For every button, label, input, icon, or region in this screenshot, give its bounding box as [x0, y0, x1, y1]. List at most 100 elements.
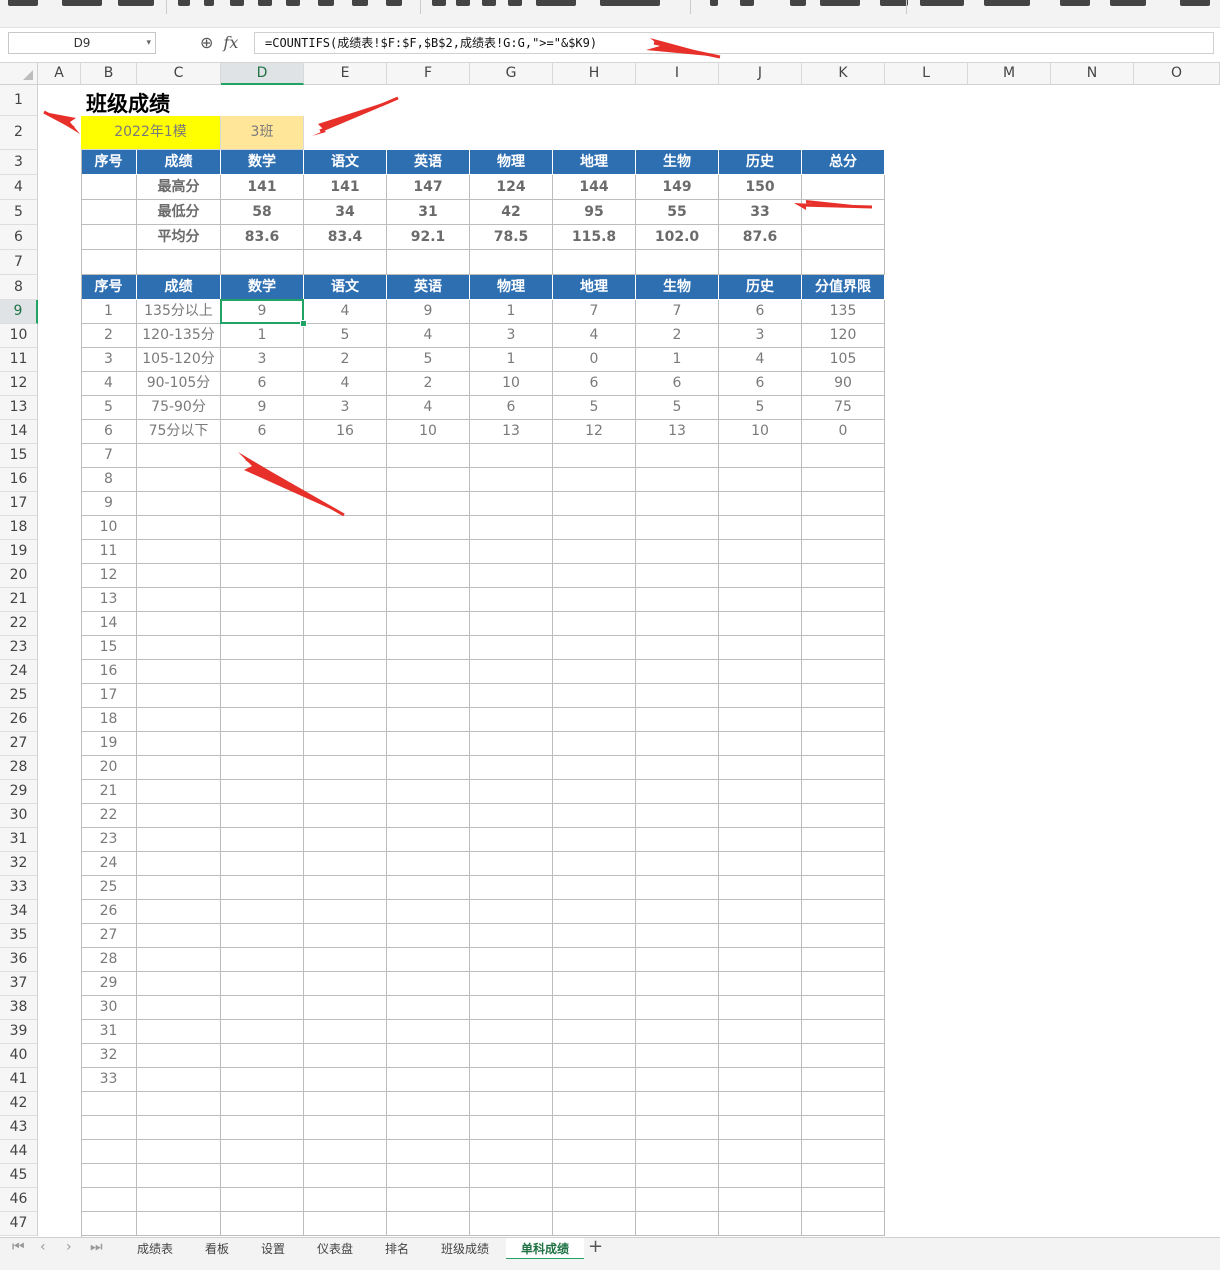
empty-cell[interactable] [304, 780, 387, 804]
table1-value[interactable] [802, 225, 885, 250]
empty-cell[interactable] [470, 732, 553, 756]
empty-cell[interactable] [304, 924, 387, 948]
empty-cell[interactable] [387, 948, 470, 972]
empty-cell[interactable] [137, 900, 221, 924]
empty-cell[interactable] [802, 1020, 885, 1044]
table2-header[interactable]: 地理 [553, 275, 636, 300]
table1-value[interactable] [802, 175, 885, 200]
empty-cell[interactable] [719, 564, 802, 588]
ribbon-button[interactable] [482, 0, 496, 6]
empty-cell[interactable] [137, 636, 221, 660]
empty-cell[interactable] [304, 1188, 387, 1212]
empty-cell[interactable] [137, 492, 221, 516]
ribbon-button[interactable] [456, 0, 470, 6]
empty-cell[interactable] [387, 660, 470, 684]
empty-cell[interactable] [387, 1020, 470, 1044]
empty-cell[interactable] [137, 780, 221, 804]
empty-cell[interactable] [719, 1020, 802, 1044]
empty-cell[interactable] [636, 540, 719, 564]
empty-cell[interactable] [470, 924, 553, 948]
table1-value[interactable]: 124 [470, 175, 553, 200]
empty-cell[interactable] [137, 660, 221, 684]
row-header-21[interactable]: 21 [0, 588, 38, 612]
table1-value[interactable]: 150 [719, 175, 802, 200]
table2-seq[interactable]: 17 [81, 684, 137, 708]
row-header-6[interactable]: 6 [0, 225, 38, 250]
empty-cell[interactable] [221, 948, 304, 972]
empty-cell[interactable] [470, 588, 553, 612]
table1-header[interactable]: 英语 [387, 150, 470, 175]
table2-seq[interactable]: 33 [81, 1068, 137, 1092]
empty-cell[interactable] [221, 852, 304, 876]
table2-seq[interactable]: 2 [81, 324, 137, 348]
table2-count[interactable]: 4 [387, 396, 470, 420]
empty-cell[interactable] [470, 1212, 553, 1236]
empty-cell[interactable] [719, 588, 802, 612]
row-header-23[interactable]: 23 [0, 636, 38, 660]
table2-count[interactable]: 7 [553, 300, 636, 324]
empty-cell[interactable] [221, 780, 304, 804]
empty-cell[interactable] [802, 684, 885, 708]
row-header-41[interactable]: 41 [0, 1068, 38, 1092]
empty-cell[interactable] [553, 1140, 636, 1164]
empty-cell[interactable] [636, 1044, 719, 1068]
empty-cell[interactable] [553, 948, 636, 972]
empty-cell[interactable] [802, 1140, 885, 1164]
empty-cell[interactable] [553, 684, 636, 708]
empty-cell[interactable] [137, 1092, 221, 1116]
empty-cell[interactable] [636, 780, 719, 804]
empty-cell[interactable] [470, 1092, 553, 1116]
empty-cell[interactable] [221, 588, 304, 612]
empty-cell[interactable] [553, 1092, 636, 1116]
empty-cell[interactable] [304, 1020, 387, 1044]
empty-cell[interactable] [802, 1044, 885, 1068]
row-header-47[interactable]: 47 [0, 1212, 38, 1236]
empty-cell[interactable] [636, 564, 719, 588]
column-header-e[interactable]: E [304, 63, 387, 85]
empty-cell[interactable] [802, 636, 885, 660]
empty-cell[interactable] [802, 1212, 885, 1236]
empty-cell[interactable] [470, 804, 553, 828]
empty-cell[interactable] [387, 684, 470, 708]
empty-cell[interactable] [221, 876, 304, 900]
empty-cell[interactable] [221, 684, 304, 708]
empty-cell[interactable] [137, 444, 221, 468]
empty-cell[interactable] [221, 492, 304, 516]
column-header-m[interactable]: M [968, 63, 1051, 85]
empty-cell[interactable] [137, 852, 221, 876]
row-header-12[interactable]: 12 [0, 372, 38, 396]
empty-cell[interactable] [304, 900, 387, 924]
column-header-d[interactable]: D [221, 63, 304, 85]
row-header-10[interactable]: 10 [0, 324, 38, 348]
empty-cell[interactable] [636, 588, 719, 612]
empty-cell[interactable] [387, 1140, 470, 1164]
empty-cell[interactable] [470, 1140, 553, 1164]
empty-cell[interactable] [553, 636, 636, 660]
table1-value[interactable]: 33 [719, 200, 802, 225]
row-header-42[interactable]: 42 [0, 1092, 38, 1116]
table1-value[interactable]: 95 [553, 200, 636, 225]
sheet-tab-4[interactable]: 排名 [370, 1238, 424, 1260]
empty-cell[interactable] [470, 564, 553, 588]
table2-count[interactable]: 0 [553, 348, 636, 372]
empty-cell[interactable] [802, 540, 885, 564]
empty-cell[interactable] [470, 1068, 553, 1092]
sheet-tab-3[interactable]: 仪表盘 [302, 1238, 368, 1260]
table2-count[interactable]: 4 [304, 372, 387, 396]
empty-cell[interactable] [636, 612, 719, 636]
ribbon-button[interactable] [536, 0, 576, 6]
empty-cell[interactable] [221, 972, 304, 996]
empty-cell[interactable] [387, 1068, 470, 1092]
empty-cell[interactable] [387, 636, 470, 660]
table1-header[interactable]: 生物 [636, 150, 719, 175]
empty-cell[interactable] [636, 708, 719, 732]
empty-cell[interactable] [553, 756, 636, 780]
table1-value[interactable] [802, 200, 885, 225]
row-header-39[interactable]: 39 [0, 1020, 38, 1044]
empty-cell[interactable] [304, 636, 387, 660]
empty-cell[interactable] [304, 1092, 387, 1116]
table2-range-label[interactable]: 90-105分 [137, 372, 221, 396]
table1-row-label[interactable]: 平均分 [137, 225, 221, 250]
row-header-9[interactable]: 9 [0, 300, 38, 324]
empty-cell[interactable] [719, 468, 802, 492]
